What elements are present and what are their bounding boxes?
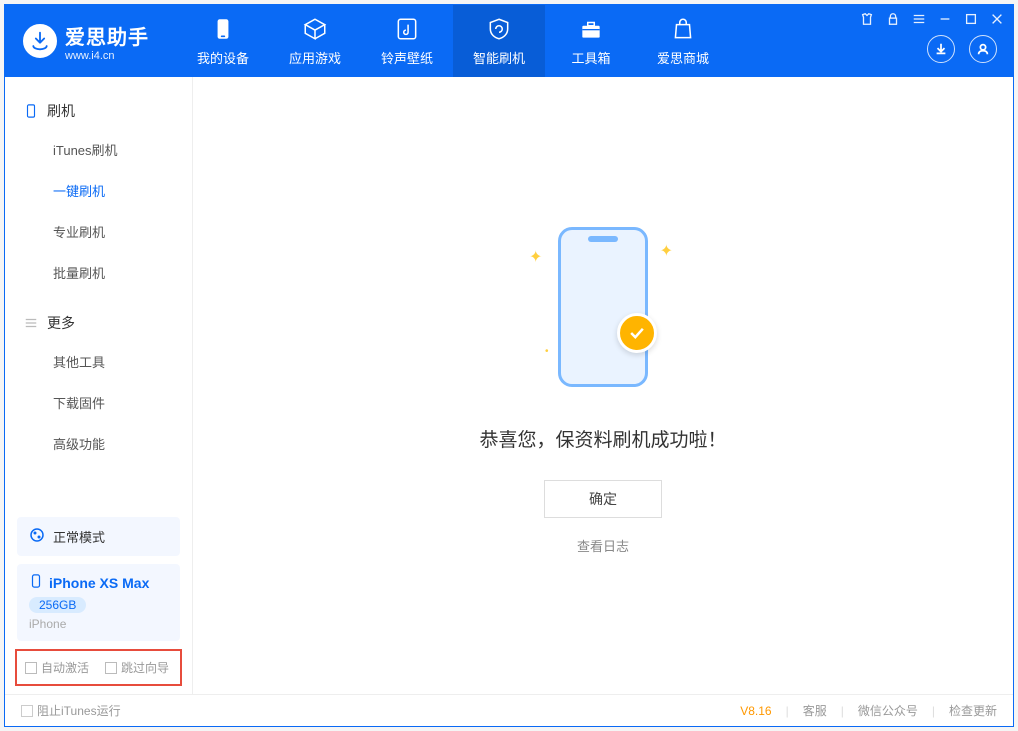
- nav-my-device[interactable]: 我的设备: [177, 5, 269, 77]
- check-auto-activate[interactable]: 自动激活: [25, 659, 89, 676]
- sparkle-icon: •: [545, 346, 549, 357]
- sidebar-footer: 正常模式 iPhone XS Max 256GB iPhone 自动激活 跳过向…: [5, 509, 192, 694]
- device-storage-chip: 256GB: [29, 597, 86, 613]
- status-bar: 阻止iTunes运行 V8.16 | 客服 | 微信公众号 | 检查更新: [5, 694, 1013, 726]
- maximize-button[interactable]: [963, 11, 979, 27]
- app-window: 爱思助手 www.i4.cn 我的设备 应用游戏 铃声壁纸 智能刷机: [4, 4, 1014, 727]
- titlebar: 爱思助手 www.i4.cn 我的设备 应用游戏 铃声壁纸 智能刷机: [5, 5, 1013, 77]
- sidebar-item-batch-flash[interactable]: 批量刷机: [53, 252, 192, 293]
- device-icon: [210, 16, 236, 42]
- version-label: V8.16: [740, 704, 771, 718]
- sidebar-item-other-tools[interactable]: 其他工具: [53, 341, 192, 382]
- main-nav: 我的设备 应用游戏 铃声壁纸 智能刷机 工具箱 爱思商城: [177, 5, 729, 77]
- success-text: 恭喜您，保资料刷机成功啦！: [479, 425, 726, 452]
- sparkle-icon: ✦: [529, 247, 542, 267]
- shirt-icon[interactable]: [859, 11, 875, 27]
- window-controls: [859, 11, 1005, 27]
- sparkle-icon: ✦: [660, 241, 673, 261]
- toolbox-icon: [578, 16, 604, 42]
- nav-smart-flash[interactable]: 智能刷机: [453, 5, 545, 77]
- device-phone-icon: [29, 574, 43, 591]
- user-icon[interactable]: [969, 35, 997, 63]
- mode-icon: [29, 527, 45, 546]
- app-subtitle: www.i4.cn: [65, 50, 149, 62]
- refresh-shield-icon: [486, 16, 512, 42]
- menu-icon[interactable]: [911, 11, 927, 27]
- sidebar-item-download-firmware[interactable]: 下载固件: [53, 382, 192, 423]
- nav-ringtones-wallpapers[interactable]: 铃声壁纸: [361, 5, 453, 77]
- logo-icon: [23, 24, 57, 58]
- mode-card[interactable]: 正常模式: [17, 517, 180, 556]
- ok-button[interactable]: 确定: [544, 480, 662, 518]
- check-block-itunes[interactable]: 阻止iTunes运行: [21, 702, 121, 719]
- success-illustration: ✦ ✦ •: [493, 217, 713, 397]
- check-badge-icon: [617, 313, 657, 353]
- sidebar: 刷机 iTunes刷机 一键刷机 专业刷机 批量刷机 更多 其他工具 下载固件 …: [5, 77, 193, 694]
- minimize-button[interactable]: [937, 11, 953, 27]
- app-logo: 爱思助手 www.i4.cn: [5, 5, 167, 77]
- header-action-icons: [927, 35, 997, 63]
- lock-icon[interactable]: [885, 11, 901, 27]
- sidebar-item-itunes-flash[interactable]: iTunes刷机: [53, 129, 192, 170]
- status-link-wechat[interactable]: 微信公众号: [858, 702, 918, 719]
- sidebar-group-more: 更多: [5, 305, 192, 341]
- status-link-support[interactable]: 客服: [803, 702, 827, 719]
- device-name: iPhone XS Max: [49, 575, 149, 591]
- body: 刷机 iTunes刷机 一键刷机 专业刷机 批量刷机 更多 其他工具 下载固件 …: [5, 77, 1013, 694]
- list-icon: [23, 315, 39, 331]
- cube-icon: [302, 16, 328, 42]
- mode-label: 正常模式: [53, 527, 105, 546]
- device-type: iPhone: [29, 617, 66, 631]
- sidebar-item-oneclick-flash[interactable]: 一键刷机: [53, 170, 192, 211]
- nav-store[interactable]: 爱思商城: [637, 5, 729, 77]
- phone-icon: [23, 103, 39, 119]
- app-title: 爱思助手: [65, 21, 149, 50]
- device-card[interactable]: iPhone XS Max 256GB iPhone: [17, 564, 180, 641]
- phone-illustration-icon: [558, 227, 648, 387]
- nav-apps-games[interactable]: 应用游戏: [269, 5, 361, 77]
- check-skip-guide[interactable]: 跳过向导: [105, 659, 169, 676]
- download-icon[interactable]: [927, 35, 955, 63]
- shopping-bag-icon: [670, 16, 696, 42]
- main-content: ✦ ✦ • 恭喜您，保资料刷机成功啦！ 确定 查看日志: [193, 77, 1013, 694]
- highlighted-checks: 自动激活 跳过向导: [15, 649, 182, 686]
- sidebar-item-advanced[interactable]: 高级功能: [53, 423, 192, 464]
- close-button[interactable]: [989, 11, 1005, 27]
- nav-toolbox[interactable]: 工具箱: [545, 5, 637, 77]
- status-link-update[interactable]: 检查更新: [949, 702, 997, 719]
- view-log-link[interactable]: 查看日志: [577, 536, 629, 555]
- music-note-icon: [394, 16, 420, 42]
- sidebar-group-flash: 刷机: [5, 93, 192, 129]
- sidebar-item-pro-flash[interactable]: 专业刷机: [53, 211, 192, 252]
